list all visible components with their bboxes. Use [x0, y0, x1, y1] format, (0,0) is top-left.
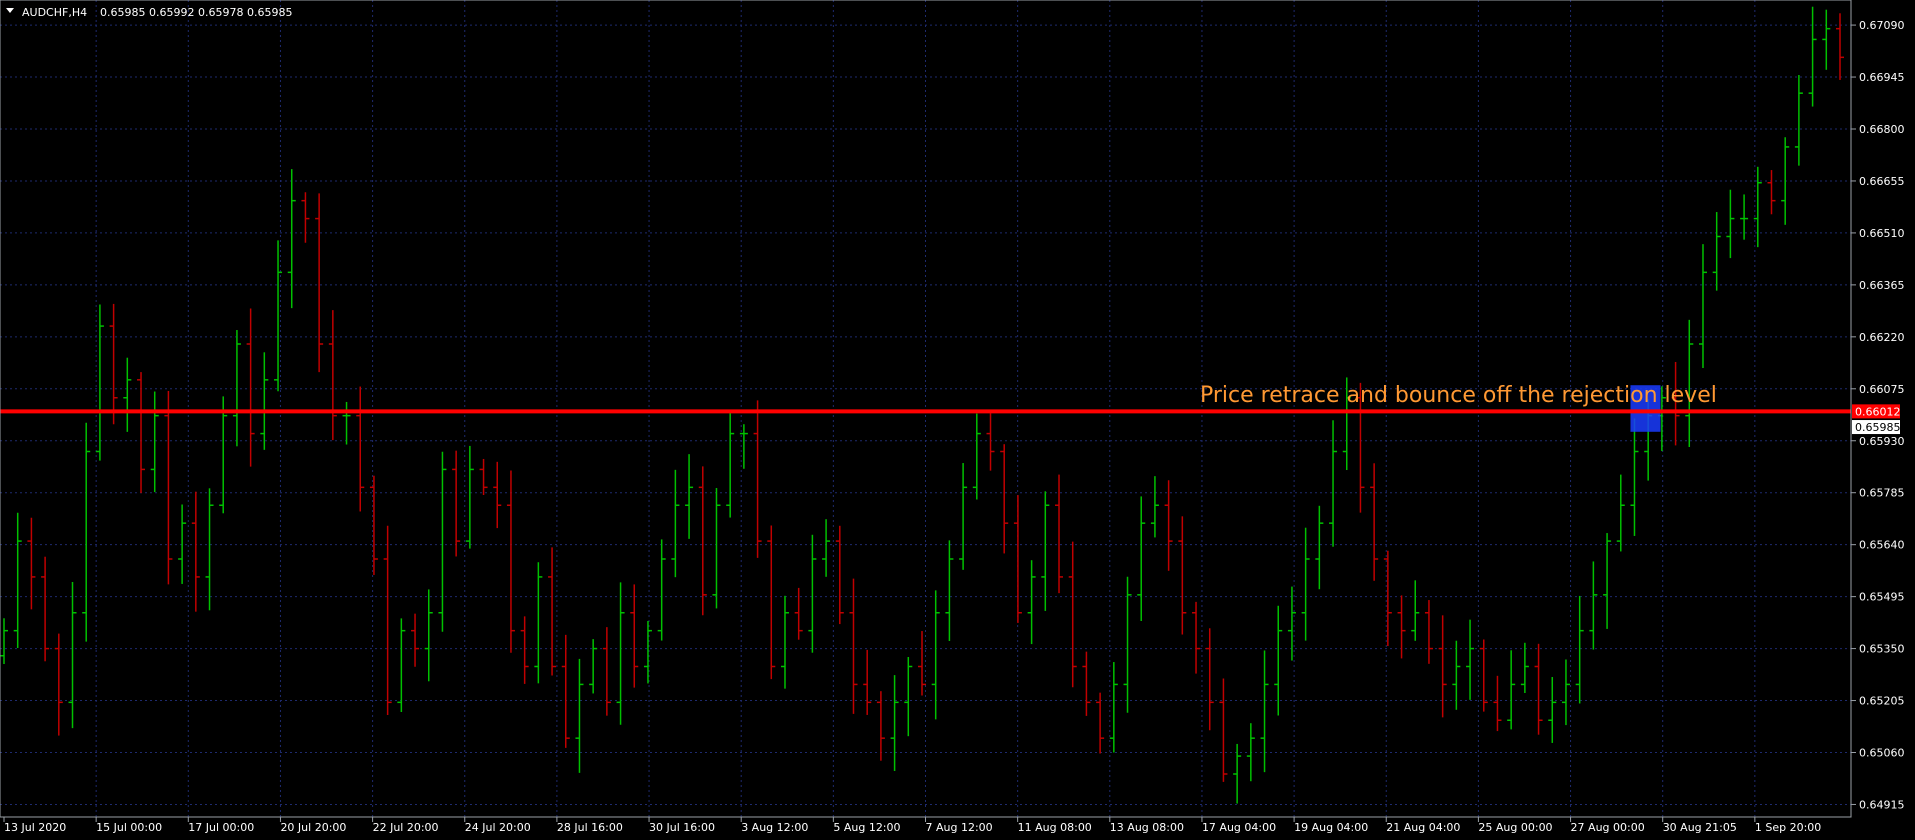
- y-tick-label: 0.66945: [1859, 71, 1905, 84]
- x-tick-label: 28 Jul 16:00: [557, 821, 623, 834]
- x-tick-label: 17 Jul 00:00: [188, 821, 254, 834]
- y-tick-label: 0.64915: [1859, 798, 1905, 811]
- x-tick-label: 3 Aug 12:00: [741, 821, 808, 834]
- y-tick-label: 0.65205: [1859, 695, 1905, 708]
- x-tick-label: 24 Jul 20:00: [465, 821, 531, 834]
- y-tick-label: 0.66800: [1859, 123, 1905, 136]
- x-tick-label: 30 Aug 21:05: [1663, 821, 1737, 834]
- symbol-timeframe-label: AUDCHF,H4: [22, 6, 87, 19]
- y-tick-label: 0.66075: [1859, 383, 1905, 396]
- y-tick-label: 0.65060: [1859, 747, 1905, 760]
- x-tick-label: 15 Jul 00:00: [96, 821, 162, 834]
- y-tick-label: 0.66365: [1859, 279, 1905, 292]
- chart-svg[interactable]: 0.67090 0.66945 0.66800 0.66655 0.66510 0.663…: [0, 0, 1915, 835]
- y-tick-label: 0.65930: [1859, 435, 1905, 448]
- y-tick-label: 0.65640: [1859, 539, 1905, 552]
- y-tick-label: 0.65785: [1859, 487, 1905, 500]
- x-tick-label: 22 Jul 20:00: [373, 821, 439, 834]
- x-tick-label: 19 Aug 04:00: [1294, 821, 1368, 834]
- y-tick-label: 0.66655: [1859, 175, 1905, 188]
- x-tick-label: 1 Sep 20:00: [1755, 821, 1821, 834]
- x-tick-label: 21 Aug 04:00: [1386, 821, 1460, 834]
- annotation-text: Price retrace and bounce off the rejecti…: [1200, 383, 1717, 408]
- level-price-label: 0.66012: [1855, 405, 1901, 418]
- x-tick-label: 7 Aug 12:00: [926, 821, 993, 834]
- current-price-label: 0.65985: [1855, 421, 1901, 434]
- chart-area[interactable]: 0.67090 0.66945 0.66800 0.66655 0.66510 0.663…: [0, 0, 1915, 835]
- y-tick-label: 0.66510: [1859, 227, 1905, 240]
- x-tick-label: 27 Aug 00:00: [1571, 821, 1645, 834]
- y-tick-label: 0.65495: [1859, 591, 1905, 604]
- y-tick-label: 0.67090: [1859, 19, 1905, 32]
- x-tick-label: 30 Jul 16:00: [649, 821, 715, 834]
- x-tick-label: 13 Aug 08:00: [1110, 821, 1184, 834]
- chart-background: [0, 0, 1915, 835]
- x-tick-label: 13 Jul 2020: [4, 821, 66, 834]
- x-tick-label: 5 Aug 12:00: [833, 821, 900, 834]
- ohlc-values-label: 0.65985 0.65992 0.65978 0.65985: [100, 6, 292, 19]
- x-tick-label: 20 Jul 20:00: [280, 821, 346, 834]
- y-tick-label: 0.65350: [1859, 643, 1905, 656]
- x-tick-label: 25 Aug 00:00: [1478, 821, 1552, 834]
- x-tick-label: 17 Aug 04:00: [1202, 821, 1276, 834]
- x-tick-label: 11 Aug 08:00: [1018, 821, 1092, 834]
- y-tick-label: 0.66220: [1859, 331, 1905, 344]
